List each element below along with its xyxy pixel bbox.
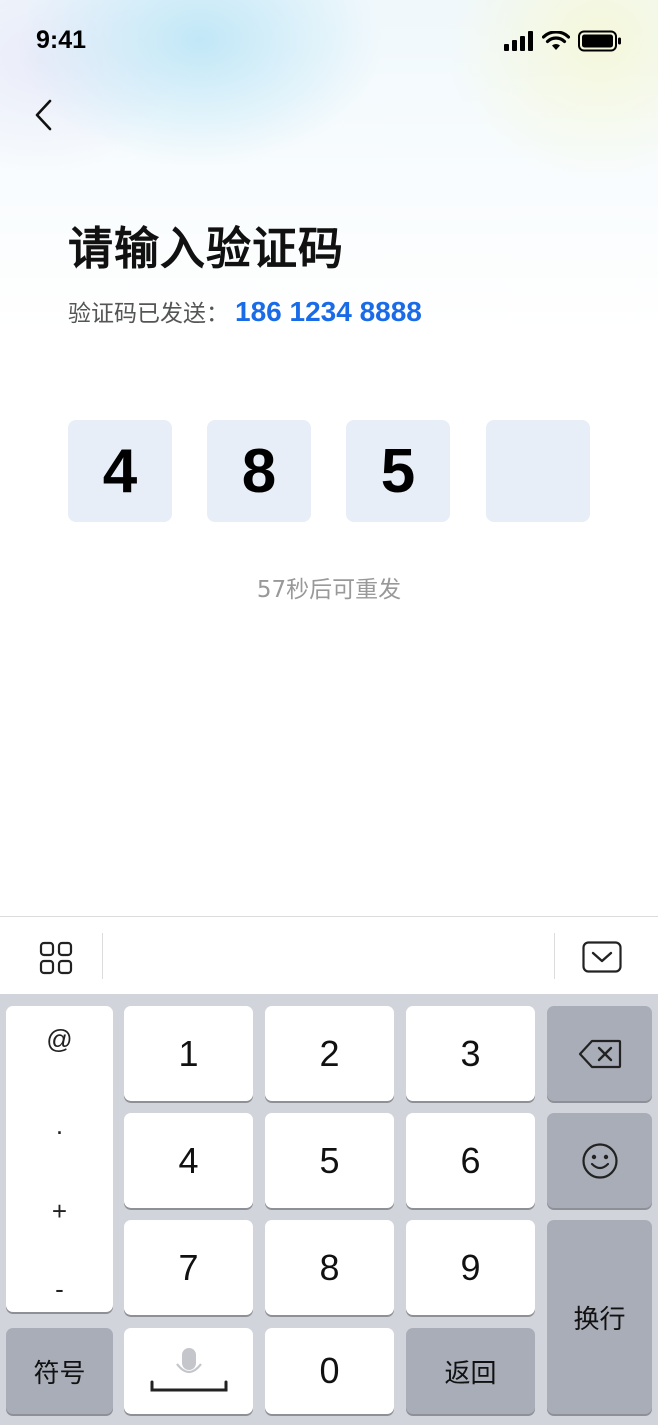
symbol-key[interactable]: @ [6,1024,113,1055]
symbol-key[interactable]: - [6,1274,113,1305]
symbol-key[interactable]: . [6,1110,113,1141]
keyboard-toolbar [0,916,658,994]
symbol-column: @ . + - [6,1006,113,1312]
grid-icon [39,941,73,975]
digit-key-2[interactable]: 2 [265,1006,394,1101]
digit-key-6[interactable]: 6 [406,1113,535,1208]
back-button[interactable] [24,92,64,138]
keyboard-collapse-icon [582,941,622,973]
battery-icon [578,30,621,52]
backspace-icon [578,1039,621,1068]
voice-input-button[interactable] [124,1328,253,1414]
code-digit-box[interactable]: 5 [346,420,450,522]
code-digit-box[interactable] [486,420,590,522]
newline-button[interactable]: 换行 [547,1220,652,1414]
status-bar: 9:41 [0,0,658,84]
digit-key-9[interactable]: 9 [406,1220,535,1315]
digit-key-3[interactable]: 3 [406,1006,535,1101]
keyboard-collapse-button[interactable] [566,935,638,979]
sent-prefix: 验证码已发送： [68,301,229,327]
digit-key-5[interactable]: 5 [265,1113,394,1208]
status-time: 9:41 [36,26,87,54]
resend-countdown: 57秒后可重发 [256,577,402,603]
toolbar-divider [554,933,555,979]
digit-key-8[interactable]: 8 [265,1220,394,1315]
digit-key-4[interactable]: 4 [124,1113,253,1208]
status-icons [504,30,622,52]
chevron-left-icon [35,99,52,131]
delete-button[interactable] [547,1006,652,1101]
toolbar-divider [102,933,103,979]
keyboard-menu-button[interactable] [22,937,90,979]
signal-icon [504,31,533,51]
symbol-switch-button[interactable]: 符号 [6,1328,113,1414]
page-title: 请输入验证码 [68,222,345,275]
emoji-button[interactable] [547,1113,652,1208]
digit-key-7[interactable]: 7 [124,1220,253,1315]
smiley-icon [581,1142,618,1179]
code-digit-box[interactable]: 8 [207,420,311,522]
wifi-icon [542,31,570,50]
digit-key-1[interactable]: 1 [124,1006,253,1101]
digit-key-0[interactable]: 0 [265,1328,394,1414]
numeric-keyboard: @ . + - 1 2 3 4 5 6 7 8 9 换行 符号 0 返回 [0,994,658,1425]
microphone-icon [150,1348,227,1392]
symbol-key[interactable]: + [6,1196,113,1227]
sent-info: 验证码已发送： 186 1234 8888 [68,294,422,328]
code-digit-box[interactable]: 4 [68,420,172,522]
phone-number: 186 1234 8888 [235,296,422,327]
return-button[interactable]: 返回 [406,1328,535,1414]
code-input-row[interactable]: 4 8 5 [68,420,590,522]
